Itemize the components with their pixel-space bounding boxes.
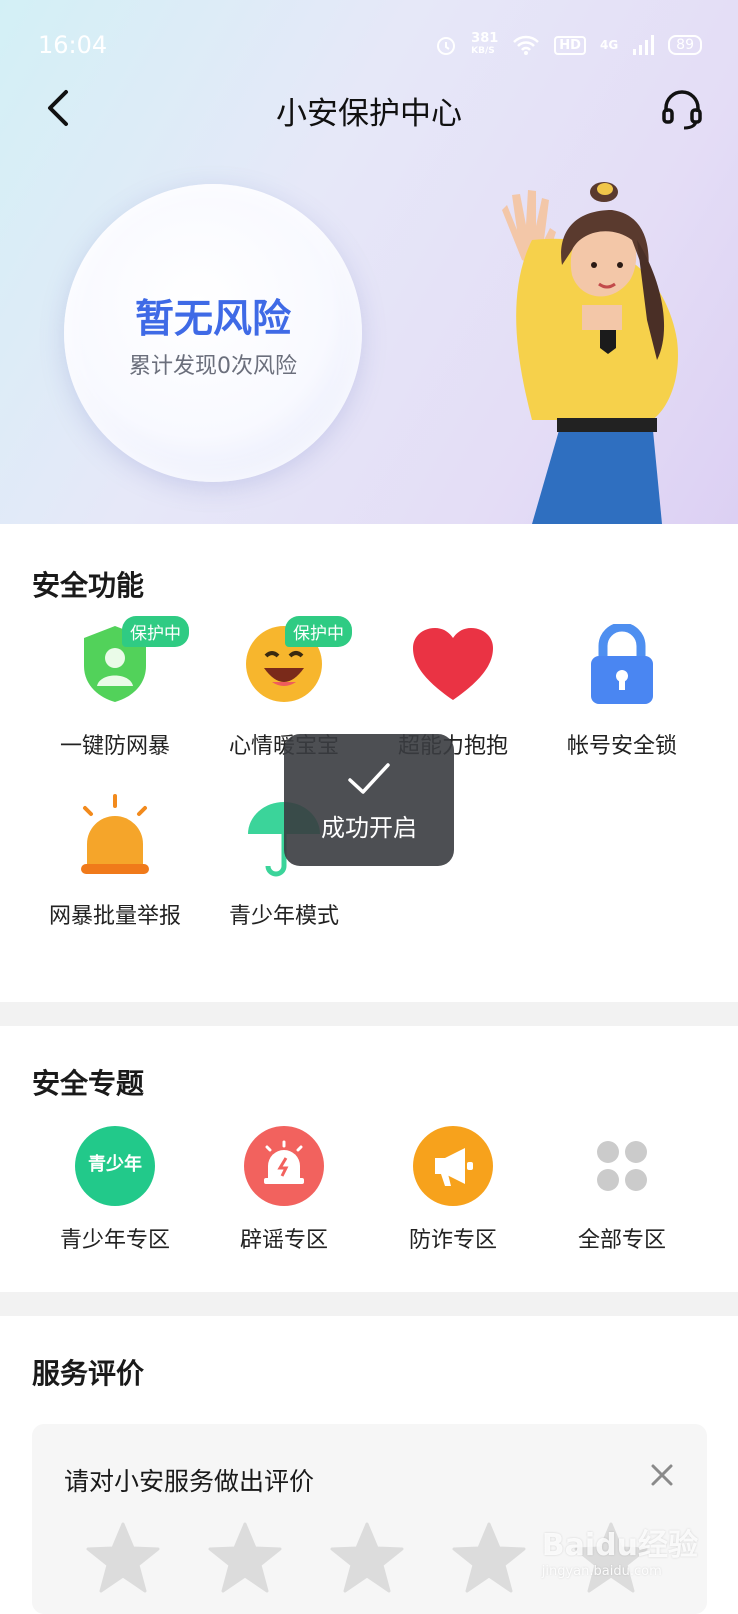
- close-icon[interactable]: [647, 1460, 677, 1490]
- topic-label: 青少年专区: [59, 1228, 170, 1253]
- alarm-icon: [437, 37, 456, 55]
- teen-zone-icon-text: 青少年: [88, 1154, 142, 1175]
- topic-label: 全部专区: [577, 1228, 666, 1253]
- net-speed-value: 381: [471, 31, 499, 46]
- mascot-illustration: [502, 182, 678, 524]
- star-icon[interactable]: [330, 1522, 404, 1594]
- watermark-text: Baidu经验: [541, 1528, 698, 1563]
- star-icon[interactable]: [208, 1522, 282, 1594]
- section-title-service-rating: 服务评价: [32, 1357, 145, 1390]
- risk-status-bubble[interactable]: 暂无风险 累计发现0次风险: [64, 184, 362, 482]
- status-icons: 381 KB/S HD 4G 89: [435, 32, 702, 58]
- topic-label: 防诈专区: [408, 1228, 497, 1253]
- nav-bar: 小安保护中心: [0, 80, 738, 140]
- alarm-light-icon: [81, 794, 149, 874]
- net-speed: 381 KB/S: [471, 32, 498, 58]
- watermark: Baidu经验 jingyan.baidu.com: [542, 1520, 698, 1579]
- section-divider: [0, 1002, 738, 1026]
- risk-status-title: 暂无风险: [134, 297, 291, 342]
- net-speed-unit: KB/S: [471, 46, 495, 56]
- star-icon[interactable]: [86, 1522, 160, 1594]
- success-toast: 成功开启: [284, 734, 454, 866]
- feature-label: 网暴批量举报: [48, 904, 181, 929]
- topic-rumor-zone[interactable]: 辟谣专区: [199, 1126, 369, 1256]
- battery-indicator: 89: [668, 35, 702, 55]
- lock-icon: [591, 624, 653, 704]
- signal-icon: [633, 35, 655, 55]
- wifi-icon: [513, 35, 540, 55]
- feature-batch-report[interactable]: 网暴批量举报: [30, 794, 200, 934]
- safety-topics-section: 安全专题 青少年 青少年专区 辟谣专区 防诈专区 全部专区: [0, 1026, 738, 1292]
- status-badge: 保护中: [122, 616, 189, 647]
- rating-prompt: 请对小安服务做出评价: [64, 1467, 315, 1496]
- risk-summary: 累计发现0次风险: [129, 354, 297, 379]
- feature-label: 青少年模式: [228, 904, 339, 929]
- feature-label: 一键防网暴: [59, 734, 170, 759]
- feature-label: 帐号安全锁: [566, 734, 677, 759]
- grid-icon: [597, 1141, 647, 1191]
- headset-icon[interactable]: [660, 86, 704, 130]
- teen-zone-icon: 青少年: [75, 1126, 155, 1206]
- topic-anti-fraud-zone[interactable]: 防诈专区: [368, 1126, 538, 1256]
- status-badge: 保护中: [285, 616, 352, 647]
- section-title-safety-features: 安全功能: [32, 569, 145, 602]
- status-time: 16:04: [38, 31, 108, 59]
- star-icon[interactable]: [452, 1522, 526, 1594]
- hd-badge: HD: [554, 35, 586, 55]
- megaphone-icon: [413, 1126, 493, 1206]
- network-type: 4G: [599, 38, 619, 52]
- toast-text: 成功开启: [321, 814, 417, 842]
- feature-anti-cyberbully[interactable]: 保护中 一键防网暴: [30, 616, 200, 764]
- heart-icon: [413, 628, 493, 700]
- checkmark-icon: [348, 763, 390, 794]
- section-divider: [0, 1292, 738, 1316]
- status-bar: 16:04 381 KB/S HD 4G 89: [38, 30, 702, 60]
- hero-banner: 16:04 381 KB/S HD 4G 89 小安保护中心 暂无风险 累计发现…: [0, 0, 738, 524]
- topic-all-zones[interactable]: 全部专区: [537, 1126, 707, 1256]
- feature-account-lock[interactable]: 帐号安全锁: [537, 624, 707, 764]
- siren-icon: [244, 1126, 324, 1206]
- rating-card: 请对小安服务做出评价: [32, 1424, 707, 1614]
- topic-teen-zone[interactable]: 青少年 青少年专区: [30, 1126, 200, 1256]
- watermark-sub: jingyan.baidu.com: [541, 1564, 662, 1579]
- page-title: 小安保护中心: [276, 96, 462, 132]
- section-title-safety-topics: 安全专题: [32, 1067, 145, 1100]
- topic-label: 辟谣专区: [239, 1228, 328, 1253]
